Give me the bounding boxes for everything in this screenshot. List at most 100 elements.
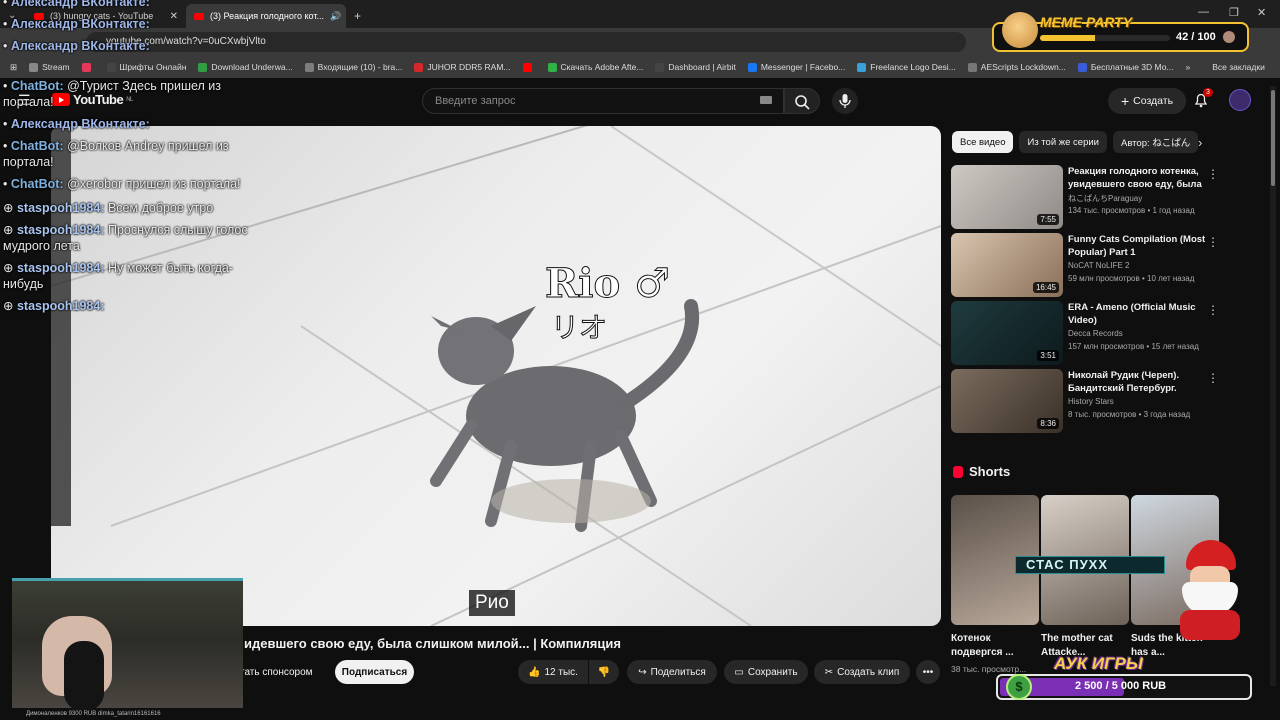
all-bookmarks-button[interactable]: Все закладки [1212, 62, 1265, 72]
channel-name[interactable]: Decca Records [1068, 329, 1123, 338]
save-button[interactable]: ▭ Сохранить [724, 660, 808, 684]
short-title[interactable]: Котенок подвергся ... [951, 632, 1033, 660]
video-meta: 157 млн просмотров • 15 лет назад [1068, 342, 1199, 351]
maximize-icon[interactable]: ❐ [1229, 6, 1239, 19]
chat-username: ChatBot: [10, 139, 64, 153]
bookmark-item[interactable]: Freelance Logo Desi... [857, 62, 956, 72]
bookmark-label: Входящие (10) - bra... [317, 62, 403, 72]
dislike-button[interactable]: 👎 [589, 660, 619, 684]
search-input[interactable]: Введите запрос [422, 88, 784, 114]
bookmark-favicon-icon [198, 62, 208, 72]
chat-message: • ChatBot: @Турист Здесь пришел из порта… [3, 78, 263, 110]
channel-name[interactable]: NoCAT NoLIFE 2 [1068, 261, 1130, 270]
subscribe-button[interactable]: Подписаться [335, 660, 414, 684]
bookmark-item[interactable]: Stream [29, 62, 70, 72]
video-thumbnail[interactable]: 8:36 [951, 369, 1063, 433]
more-vert-icon[interactable]: ⋮ [1207, 371, 1219, 385]
bookmark-icon: ▭ [734, 666, 744, 678]
chat-username: staspooh1984: [16, 261, 105, 275]
chat-text: @xerobor пришел из портала! [63, 177, 241, 191]
sponsor-button[interactable]: тать спонсором [240, 660, 326, 684]
subscribe-label: Подписаться [341, 666, 408, 678]
auction-title: АУК ИГРЫ [1054, 654, 1143, 673]
bookmark-label: Скачать Adobe Afte... [560, 62, 644, 72]
bookmark-item[interactable]: Входящие (10) - bra... [304, 62, 403, 72]
recommended-video[interactable]: 8:36 Николай Рудик (Череп). Бандитский Пе… [951, 369, 1221, 433]
streamer-webcam [12, 578, 243, 711]
apps-icon[interactable]: ⊞ [10, 62, 17, 73]
chip-author[interactable]: Автор: ねこぱん [1113, 131, 1199, 153]
create-label: Создать [1133, 95, 1174, 107]
video-overlay-name: Rio ♂ [545, 260, 671, 308]
recommended-video[interactable]: 7:55 Реакция голодного котенка, увидевшег… [951, 165, 1221, 229]
bookmark-item[interactable]: Dashboard | Airbit [655, 62, 736, 72]
channel-name[interactable]: History Stars [1068, 397, 1114, 406]
chat-message: • Александр ВКонтакте: [3, 38, 263, 54]
chat-bullet: • [3, 0, 11, 9]
like-button[interactable]: 👍 12 тыс. [518, 660, 588, 684]
shorts-title: Shorts [969, 464, 1011, 479]
chips-next-icon[interactable]: › [1198, 135, 1202, 150]
more-actions-button[interactable]: ••• [916, 660, 940, 684]
video-thumbnail[interactable]: 7:55 [951, 165, 1063, 229]
duration-badge: 8:36 [1037, 418, 1059, 429]
bookmark-label: Бесплатные 3D Мо... [1090, 62, 1174, 72]
save-label: Сохранить [747, 666, 798, 678]
scissors-icon: ✂ [824, 666, 834, 678]
video-title-link[interactable]: Реакция голодного котенка, увидевшего св… [1068, 165, 1206, 191]
more-vert-icon[interactable]: ⋮ [1207, 235, 1219, 249]
close-window-icon[interactable]: ✕ [1257, 6, 1266, 19]
search-button[interactable] [784, 88, 820, 114]
video-title-link[interactable]: Funny Cats Compilation (Most Popular) Pa… [1068, 233, 1206, 259]
channel-name[interactable]: ねこぱんちParaguay [1068, 193, 1142, 204]
mic-button[interactable] [832, 88, 858, 114]
bookmark-item[interactable]: Download Underwa... [198, 62, 293, 72]
recommended-video[interactable]: 16:45 Funny Cats Compilation (Most Popula… [951, 233, 1221, 297]
bookmark-item[interactable]: JUHOR DDR5 RAM... [414, 62, 511, 72]
bookmark-label: Шрифты Онлайн [119, 62, 187, 72]
video-title-link[interactable]: Николай Рудик (Череп). Бандитский Петерб… [1068, 369, 1206, 395]
video-meta: 8 тыс. просмотров • 3 года назад [1068, 410, 1191, 419]
more-vert-icon[interactable]: ⋮ [1207, 303, 1219, 317]
minimize-icon[interactable]: — [1198, 6, 1209, 18]
chat-bullet: • [3, 79, 11, 93]
bookmark-item[interactable]: Messenger | Facebo... [747, 62, 845, 72]
chat-username: Александр ВКонтакте: [10, 17, 150, 31]
bookmark-item[interactable]: Шрифты Онлайн [106, 62, 187, 72]
chip-series[interactable]: Из той же серии [1019, 131, 1107, 153]
clip-button[interactable]: ✂ Создать клип [814, 660, 910, 684]
microphone-icon [64, 641, 104, 711]
bookmark-item[interactable] [522, 62, 536, 72]
chat-bullet: • [3, 117, 11, 131]
video-title-link[interactable]: ERA - Ameno (Official Music Video) [1068, 301, 1206, 327]
more-vert-icon[interactable]: ⋮ [1207, 167, 1219, 181]
bookmark-item[interactable] [81, 62, 95, 72]
short-meta: 38 тыс. просмотр... [951, 664, 1027, 674]
recommended-video[interactable]: 3:51 ERA - Ameno (Official Music Video) De… [951, 301, 1221, 365]
bookmark-item[interactable]: AEScripts Lockdown... [967, 62, 1066, 72]
bookmark-item[interactable]: Бесплатные 3D Мо... [1077, 62, 1174, 72]
avatar[interactable] [1229, 89, 1251, 111]
bookmark-label: Download Underwa... [211, 62, 293, 72]
video-meta: 134 тыс. просмотров • 1 год назад [1068, 206, 1195, 215]
scrollbar-thumb[interactable] [1271, 90, 1275, 186]
share-button[interactable]: ↪ Поделиться [627, 660, 717, 684]
chat-username: Александр ВКонтакте: [10, 0, 150, 9]
thumbs-down-icon: 👎 [597, 666, 611, 678]
bookmark-label: AEScripts Lockdown... [980, 62, 1066, 72]
keyboard-icon[interactable] [760, 96, 772, 104]
thumbs-up-icon: 👍 [528, 666, 541, 678]
speaker-icon[interactable]: 🔊 [330, 11, 341, 22]
bookmarks-more-icon[interactable]: » [1186, 62, 1191, 72]
chip-all[interactable]: Все видео [952, 131, 1014, 153]
new-tab-button[interactable]: + [346, 4, 369, 28]
doge-icon [1002, 12, 1038, 48]
bookmark-favicon-icon [747, 62, 757, 72]
duration-badge: 3:51 [1037, 350, 1059, 361]
video-thumbnail[interactable]: 16:45 [951, 233, 1063, 297]
video-thumbnail[interactable]: 3:51 [951, 301, 1063, 365]
create-button[interactable]: + Создать [1108, 88, 1186, 114]
screen: ⌄ (3) hungry cats - YouTube ✕ (3) Реакци… [0, 0, 1280, 720]
video-meta: 59 млн просмотров • 10 лет назад [1068, 274, 1195, 283]
bookmark-item[interactable]: Скачать Adobe Afte... [547, 62, 644, 72]
